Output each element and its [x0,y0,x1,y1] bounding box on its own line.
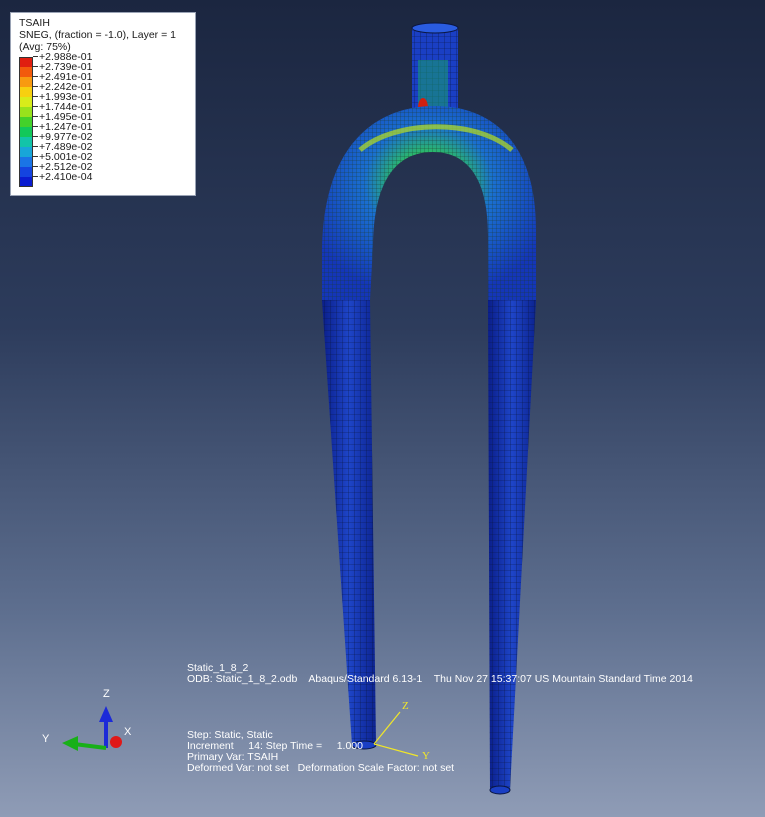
right-fork-leg [488,300,536,795]
triad-x-label: X [124,726,132,738]
legend-swatch [19,87,33,97]
legend-swatch [19,57,33,67]
odb-info: ODB: Static_1_8_2.odb Abaqus/Standard 6.… [187,673,693,685]
legend-tick [33,66,38,67]
legend-value: +2.410e-04 [39,171,93,183]
legend-tick [33,136,38,137]
legend-tick [33,116,38,117]
legend-tick [33,176,38,177]
deformed-var-label: Deformed Var: not set Deformation Scale … [187,762,455,774]
legend-swatch [19,117,33,127]
legend-swatch [19,147,33,157]
legend-swatch [19,127,33,137]
legend-tick [33,96,38,97]
legend-swatch [19,97,33,107]
legend-swatch [19,107,33,117]
legend-swatch [19,167,33,177]
legend-variable: TSAIH [19,17,50,29]
legend-tick [33,86,38,87]
fork-crown [322,106,536,300]
legend-row: +2.410e-04 [19,171,187,187]
legend-section: SNEG, (fraction = -1.0), Layer = 1 [19,29,176,41]
legend-tick [33,126,38,127]
local-z-label: Z [402,700,409,712]
local-csys [373,711,419,757]
triad-y-label: Y [42,733,50,745]
legend-swatch [19,177,33,187]
legend-tick [33,106,38,107]
triad-z-label: Z [103,688,110,700]
legend-scale: +2.988e-01 +2.739e-01 +2.491e-01 +2.242e-01… [19,51,187,187]
legend-tick [33,76,38,77]
legend-tick [33,56,38,57]
contour-legend[interactable]: TSAIH SNEG, (fraction = -1.0), Layer = 1… [10,12,196,196]
legend-swatch [19,137,33,147]
legend-swatch [19,67,33,77]
legend-tick [33,146,38,147]
legend-tick [33,166,38,167]
steerer-tube [411,22,459,118]
legend-swatch [19,157,33,167]
legend-tick [33,156,38,157]
view-triad [62,706,122,751]
legend-swatch [19,77,33,87]
local-y-label: Y [422,750,430,762]
